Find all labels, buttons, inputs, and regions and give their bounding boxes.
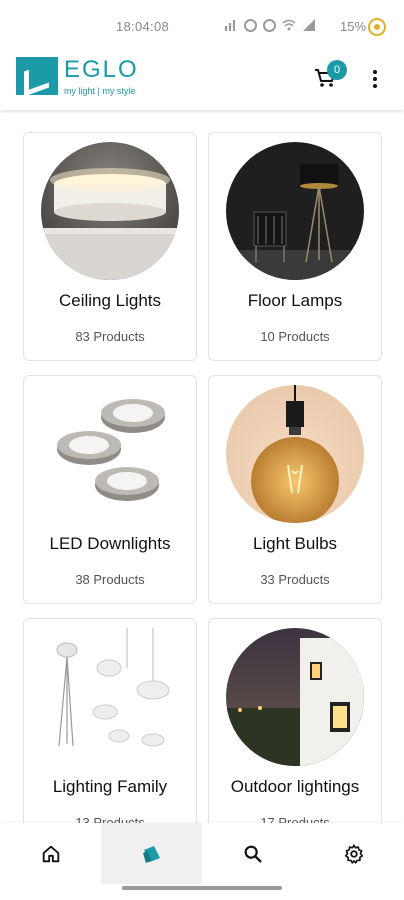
lighting-family-image: [41, 628, 179, 766]
dot-icon: [373, 77, 377, 81]
category-list[interactable]: Ceiling Lights 83 Products Floor Lamps 1…: [0, 110, 404, 823]
nav-categories[interactable]: [101, 823, 202, 884]
home-icon: [42, 845, 59, 862]
category-title: LED Downlights: [49, 534, 171, 553]
category-card-led-downlights[interactable]: LED Downlights 38 Products: [23, 375, 197, 604]
battery-percent: 15%: [340, 19, 367, 34]
outdoor-lightings-image: [226, 628, 364, 766]
status-time: 18:04:08: [116, 19, 170, 34]
category-card-floor-lamps[interactable]: Floor Lamps 10 Products: [208, 132, 382, 361]
category-card-ceiling-lights[interactable]: Ceiling Lights 83 Products: [23, 132, 197, 361]
nav-settings[interactable]: [303, 823, 404, 884]
categories-icon: [142, 845, 160, 863]
category-card-outdoor-lightings[interactable]: Outdoor lightings 17 Products: [208, 618, 382, 823]
light-bulbs-image: [226, 385, 364, 523]
category-count: 17 Products: [260, 815, 330, 823]
nav-search[interactable]: [202, 823, 303, 884]
dot-icon: [373, 70, 377, 74]
search-icon: [244, 845, 262, 863]
category-title: Floor Lamps: [247, 291, 343, 310]
cart-button[interactable]: 0: [313, 60, 347, 92]
cart-count-badge: 0: [327, 60, 347, 80]
home-indicator[interactable]: [122, 886, 282, 890]
category-title: Light Bulbs: [252, 534, 338, 553]
overflow-menu-button[interactable]: [366, 66, 384, 92]
nfc-icon: [263, 18, 276, 32]
category-count: 10 Products: [260, 329, 330, 344]
app-bar: EGLO my light | my style 0: [0, 54, 404, 110]
alarm-icon: [244, 18, 257, 32]
category-title: Lighting Family: [52, 777, 168, 796]
bottom-navigation: [0, 823, 404, 884]
brand-tagline: my light | my style: [64, 86, 136, 96]
category-title: Ceiling Lights: [58, 291, 162, 310]
cell-signal-icon: [302, 18, 316, 32]
category-card-lighting-family[interactable]: Lighting Family 13 Products: [23, 618, 197, 823]
category-count: 33 Products: [260, 572, 330, 587]
floor-lamps-image: [226, 142, 364, 280]
category-title: Outdoor lightings: [230, 777, 360, 796]
wifi-icon: [282, 18, 296, 32]
brand-name: EGLO: [64, 56, 139, 83]
category-count: 83 Products: [75, 329, 145, 344]
signal-icon: [224, 18, 238, 32]
battery-icon: [368, 18, 386, 36]
ceiling-lights-image: [41, 142, 179, 280]
category-grid: Ceiling Lights 83 Products Floor Lamps 1…: [23, 132, 382, 823]
category-count: 38 Products: [75, 572, 145, 587]
category-count: 13 Products: [75, 815, 145, 823]
dot-icon: [373, 84, 377, 88]
logo-mark-icon: [16, 57, 58, 95]
nav-home[interactable]: [0, 823, 101, 884]
status-bar: 18:04:08 15%: [0, 0, 404, 54]
settings-icon: [344, 843, 363, 864]
category-card-light-bulbs[interactable]: Light Bulbs 33 Products: [208, 375, 382, 604]
status-icons: [224, 18, 316, 32]
eglo-logo[interactable]: EGLO my light | my style: [16, 54, 139, 100]
led-downlights-image: [41, 385, 179, 523]
